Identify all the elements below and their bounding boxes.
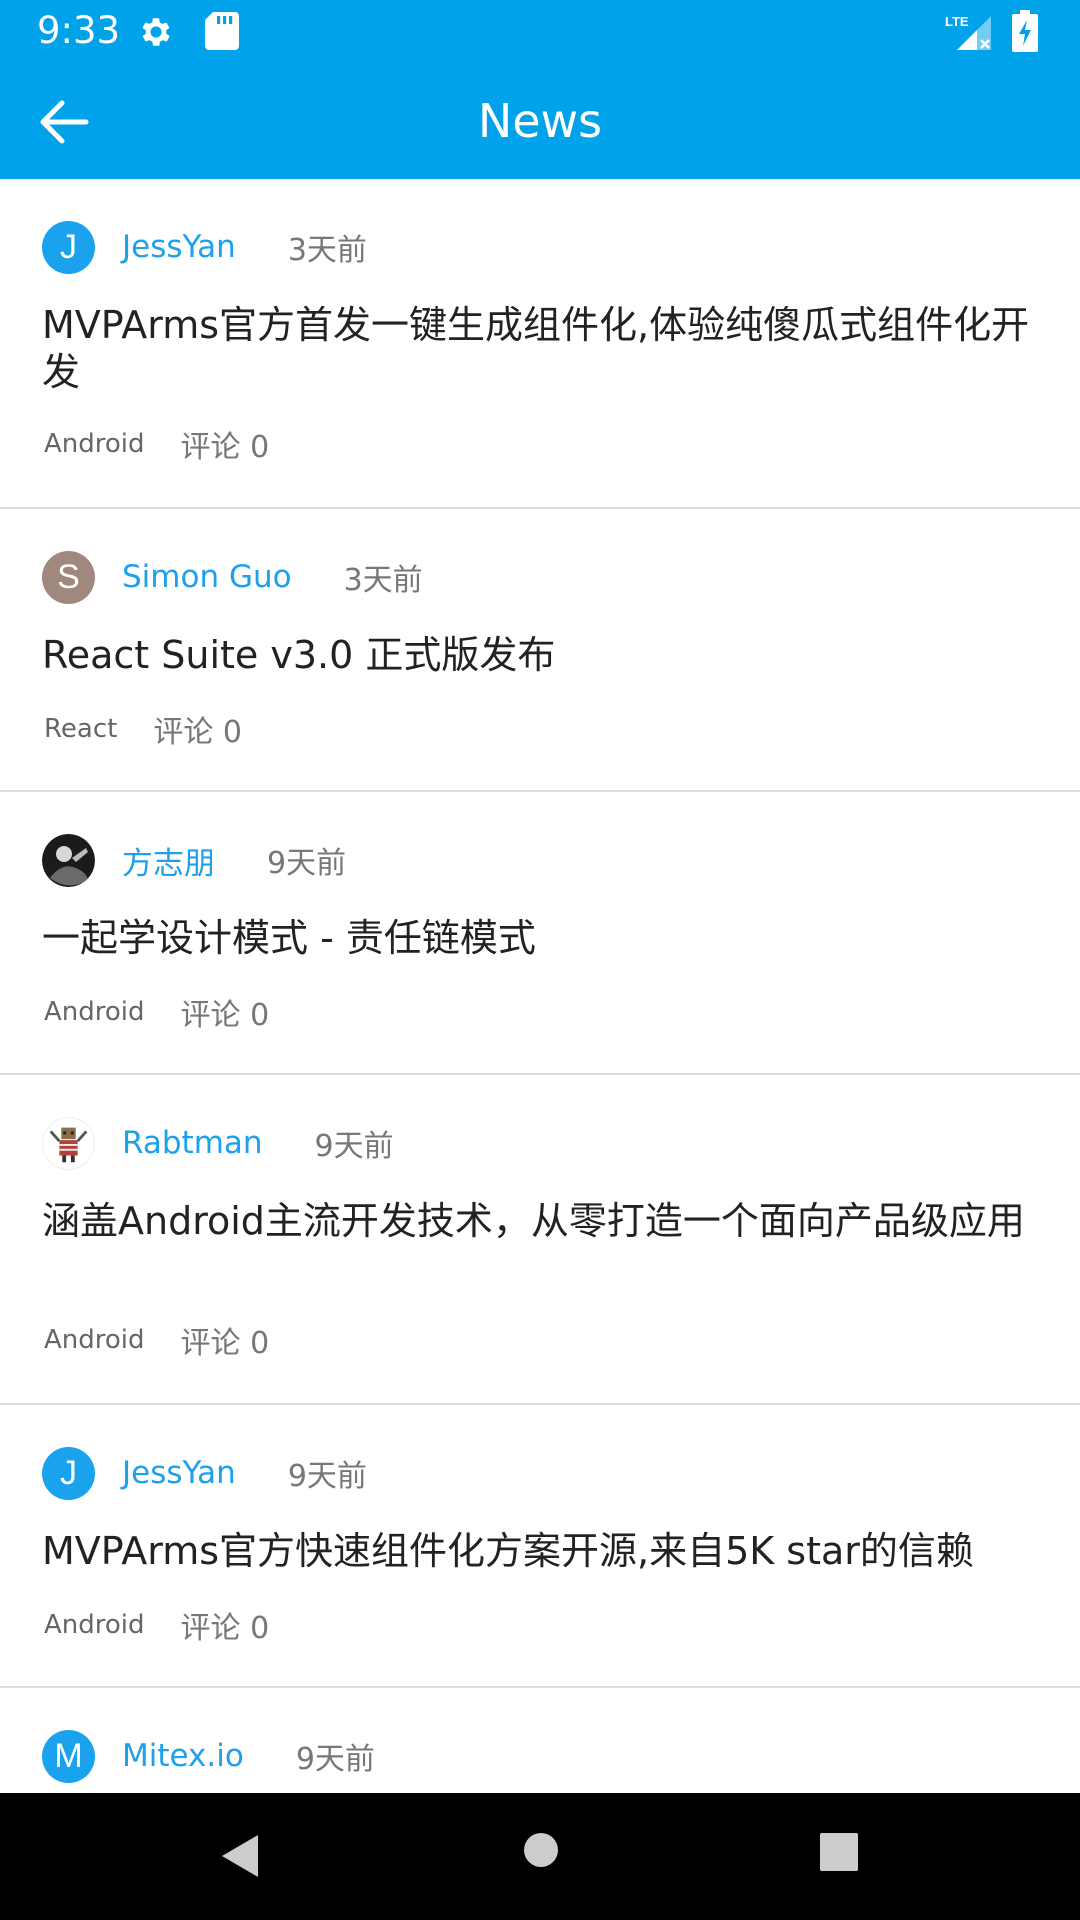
comment-count: 评论 0 (180, 1326, 270, 1361)
item-header: Rabtman 9天前 (42, 1116, 394, 1170)
comment-count: 评论 0 (180, 1611, 270, 1646)
page-title: News (477, 94, 603, 148)
news-item[interactable]: J JessYan 9天前 MVPArms官方快速组件化方案开源,来自5K st… (0, 1405, 1080, 1688)
item-header: M Mitex.io 9天前 (42, 1729, 375, 1783)
avatar[interactable] (42, 1116, 95, 1170)
author-name[interactable]: Rabtman (122, 1125, 263, 1161)
author-name[interactable]: JessYan (122, 1455, 236, 1491)
item-header: 方志朋 9天前 (42, 833, 347, 887)
robot-avatar-icon (49, 1127, 88, 1162)
item-header: S Simon Guo 3天前 (42, 550, 423, 604)
category-tag: Android (44, 997, 145, 1027)
author-name[interactable]: Mitex.io (122, 1738, 244, 1774)
recents-square-icon (820, 1833, 858, 1871)
news-title[interactable]: 一起学设计模式 - 责任链模式 (42, 915, 1042, 962)
avatar-photo-icon (42, 833, 95, 887)
news-item[interactable]: 方志朋 9天前 一起学设计模式 - 责任链模式 Android 评论 0 (0, 792, 1080, 1075)
category-tag: Android (44, 429, 145, 459)
author-name[interactable]: JessYan (122, 229, 236, 265)
navigation-bar (0, 1793, 1080, 1920)
nav-back-button[interactable] (218, 1831, 262, 1885)
avatar[interactable]: J (42, 1446, 95, 1500)
avatar[interactable]: S (42, 550, 95, 604)
avatar[interactable]: J (42, 220, 95, 274)
post-time: 3天前 (287, 233, 367, 268)
lte-signal-icon: LTE (943, 12, 995, 56)
category-tag: Android (44, 1610, 145, 1640)
post-time: 9天前 (267, 846, 347, 881)
nav-home-button[interactable] (522, 1831, 560, 1873)
category-tag: Android (44, 1325, 145, 1355)
news-item[interactable]: M Mitex.io 9天前 (0, 1688, 1080, 1793)
gear-icon (137, 13, 175, 55)
nav-recents-button[interactable] (818, 1831, 860, 1877)
post-time: 3天前 (343, 563, 423, 598)
comment-count: 评论 0 (180, 430, 270, 465)
item-header: J JessYan 9天前 (42, 1446, 367, 1500)
avatar[interactable]: M (42, 1729, 95, 1783)
lte-label: LTE (945, 14, 969, 29)
post-time: 9天前 (287, 1459, 367, 1494)
news-title[interactable]: 涵盖Android主流开发技术，从零打造一个面向产品级应用 (42, 1198, 1042, 1245)
comment-count: 评论 0 (153, 715, 242, 750)
author-name[interactable]: 方志朋 (122, 838, 215, 883)
battery-charging-icon (1012, 10, 1038, 56)
author-name[interactable]: Simon Guo (122, 559, 292, 595)
item-meta: Android 评论 0 (44, 1603, 269, 1647)
news-list[interactable]: J JessYan 3天前 MVPArms官方首发一键生成组件化,体验纯傻瓜式组… (0, 179, 1080, 1793)
category-tag: React (44, 714, 118, 744)
avatar[interactable] (42, 833, 95, 887)
news-title[interactable]: MVPArms官方首发一键生成组件化,体验纯傻瓜式组件化开发 (42, 302, 1042, 396)
item-header: J JessYan 3天前 (42, 220, 367, 274)
post-time: 9天前 (295, 1742, 375, 1777)
news-item[interactable]: S Simon Guo 3天前 React Suite v3.0 正式版发布 R… (0, 509, 1080, 792)
item-meta: Android 评论 0 (44, 1318, 269, 1362)
item-meta: Android 评论 0 (44, 990, 269, 1034)
status-bar: 9:33 LTE (0, 0, 1080, 62)
item-meta: React 评论 0 (44, 707, 242, 751)
home-circle-icon (524, 1833, 558, 1867)
post-time: 9天前 (314, 1129, 394, 1164)
news-title[interactable]: React Suite v3.0 正式版发布 (42, 632, 1042, 679)
news-title[interactable]: MVPArms官方快速组件化方案开源,来自5K star的信赖 (42, 1528, 1042, 1575)
toolbar: News (0, 62, 1080, 179)
news-item[interactable]: Rabtman 9天前 涵盖Android主流开发技术，从零打造一个面向产品级应… (0, 1075, 1080, 1405)
item-meta: Android 评论 0 (44, 422, 269, 466)
comment-count: 评论 0 (180, 998, 270, 1033)
status-time: 9:33 (37, 9, 121, 52)
news-item[interactable]: J JessYan 3天前 MVPArms官方首发一键生成组件化,体验纯傻瓜式组… (0, 179, 1080, 509)
back-triangle-icon (222, 1835, 258, 1877)
sd-card-icon (205, 12, 239, 54)
